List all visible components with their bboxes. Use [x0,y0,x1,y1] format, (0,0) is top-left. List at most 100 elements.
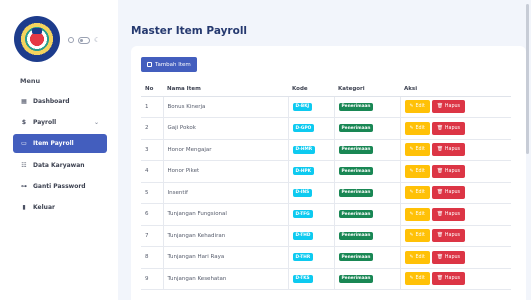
row-name: Tunjangan Fungsional [162,203,288,226]
delete-button[interactable]: 🗑 Hapus [431,100,466,114]
edit-label: Edit [415,233,425,239]
row-category-cell: Penerimaan [333,160,400,183]
row-no: 1 [141,96,163,118]
delete-button[interactable]: 🗑 Hapus [431,207,466,221]
sidebar-item-label: Payroll [33,119,57,127]
edit-button[interactable]: ✎ Edit [404,121,430,135]
add-item-label: Tambah Item [155,61,191,68]
table-row: 3 Honor Mengajar D-HMR Penerimaan ✎ Edit 🗑 Hapu… [141,139,511,161]
folder-icon: ▭ [21,140,27,148]
sidebar-item-data-karyawan[interactable]: ☷ Data Karyawan [13,156,107,175]
edit-button[interactable]: ✎ Edit [404,100,430,114]
sidebar-item-item-payroll[interactable]: ▭ Item Payroll [13,134,107,154]
row-no: 6 [141,203,163,226]
category-badge: Penerimaan [338,253,374,262]
edit-button[interactable]: ✎ Edit [404,143,430,157]
delete-button[interactable]: 🗑 Hapus [431,164,466,178]
edit-icon: ✎ [409,254,414,260]
delete-button[interactable]: 🗑 Hapus [431,143,466,157]
edit-button[interactable]: ✎ Edit [404,186,430,200]
trash-icon: 🗑 [436,190,443,196]
delete-label: Hapus [444,211,461,217]
category-badge: Penerimaan [338,167,374,176]
row-actions: ✎ Edit 🗑 Hapus [399,139,511,161]
edit-icon: ✎ [409,276,414,282]
row-name: Insentif [162,182,288,204]
row-name: Honor Piket [162,160,288,183]
delete-label: Hapus [444,147,461,153]
code-badge: D-TFG [292,210,313,219]
grid-icon: ▦ [21,98,27,105]
edit-label: Edit [415,125,425,131]
theme-toggle[interactable]: ☾ [68,36,100,44]
category-badge: Penerimaan [338,274,374,283]
sidebar-item-ganti-password[interactable]: ⊶ Ganti Password [13,177,107,196]
row-code-cell: D-GPO [287,117,334,140]
code-badge: D-GPO [292,124,315,133]
exit-icon: ▮ [22,203,26,211]
sidebar-item-keluar[interactable]: ▮ Keluar [13,198,107,217]
trash-icon: 🗑 [436,233,443,239]
row-code-cell: D-INS [287,182,334,204]
table-row: 2 Gaji Pokok D-GPO Penerimaan ✎ Edit 🗑 Hapus [141,117,511,140]
edit-label: Edit [415,211,425,217]
category-badge: Penerimaan [338,124,374,133]
row-name: Honor Mengajar [162,139,288,161]
sidebar-item-payroll[interactable]: $ Payroll ⌄ [13,113,107,132]
edit-button[interactable]: ✎ Edit [404,229,430,243]
category-badge: Penerimaan [338,145,374,154]
code-badge: D-BKJ [292,102,313,111]
delete-button[interactable]: 🗑 Hapus [431,186,466,200]
delete-label: Hapus [444,233,461,239]
delete-button[interactable]: 🗑 Hapus [431,272,466,286]
code-badge: D-INS [292,188,313,197]
theme-switch[interactable] [78,36,90,44]
row-actions: ✎ Edit 🗑 Hapus [399,96,511,118]
delete-button[interactable]: 🗑 Hapus [431,229,466,243]
sidebar-nav: ▦ Dashboard $ Payroll ⌄ ▭ Item Payroll ☷ Data Ka… [13,92,107,219]
table-row: 5 Insentif D-INS Penerimaan ✎ Edit 🗑 Hapus [141,182,511,204]
row-code-cell: D-THR [287,246,334,269]
row-code-cell: D-HPK [287,160,334,183]
sidebar: ☾ Menu ▦ Dashboard $ Payroll ⌄ ▭ Item Payroll ☷… [0,0,118,300]
delete-button[interactable]: 🗑 Hapus [431,250,466,264]
edit-button[interactable]: ✎ Edit [404,250,430,264]
edit-icon: ✎ [409,233,414,239]
row-no: 9 [141,268,163,290]
chevron-down-icon: ⌄ [93,119,99,127]
row-actions: ✎ Edit 🗑 Hapus [399,225,511,247]
edit-label: Edit [415,276,425,282]
edit-label: Edit [415,147,425,153]
code-badge: D-THR [292,253,314,262]
row-category-cell: Penerimaan [333,96,400,118]
col-no: No [141,82,163,97]
edit-button[interactable]: ✎ Edit [404,207,430,221]
key-icon: ⊶ [21,182,27,190]
edit-icon: ✎ [409,168,414,174]
edit-icon: ✎ [409,125,414,131]
row-actions: ✎ Edit 🗑 Hapus [399,160,511,183]
row-code-cell: D-HMR [287,139,334,161]
add-item-button[interactable]: Tambah Item [141,57,197,72]
row-no: 2 [141,117,163,140]
trash-icon: 🗑 [436,254,443,260]
row-category-cell: Penerimaan [333,182,400,204]
row-code-cell: D-TKS [287,268,334,290]
sidebar-item-label: Keluar [33,203,55,211]
edit-button[interactable]: ✎ Edit [404,164,430,178]
sidebar-item-label: Item Payroll [33,140,74,148]
edit-label: Edit [415,168,425,174]
delete-button[interactable]: 🗑 Hapus [431,121,466,135]
col-actions: Aksi [400,82,511,97]
row-actions: ✎ Edit 🗑 Hapus [399,246,511,269]
delete-label: Hapus [444,104,461,110]
sun-icon [68,37,74,43]
row-category-cell: Penerimaan [333,225,400,247]
edit-icon: ✎ [409,190,414,196]
edit-button[interactable]: ✎ Edit [404,272,430,286]
row-name: Gaji Pokok [162,117,288,140]
delete-label: Hapus [444,125,461,131]
col-name: Nama Item [163,82,288,97]
sidebar-item-dashboard[interactable]: ▦ Dashboard [13,92,107,111]
page-scrollbar[interactable] [526,4,529,154]
